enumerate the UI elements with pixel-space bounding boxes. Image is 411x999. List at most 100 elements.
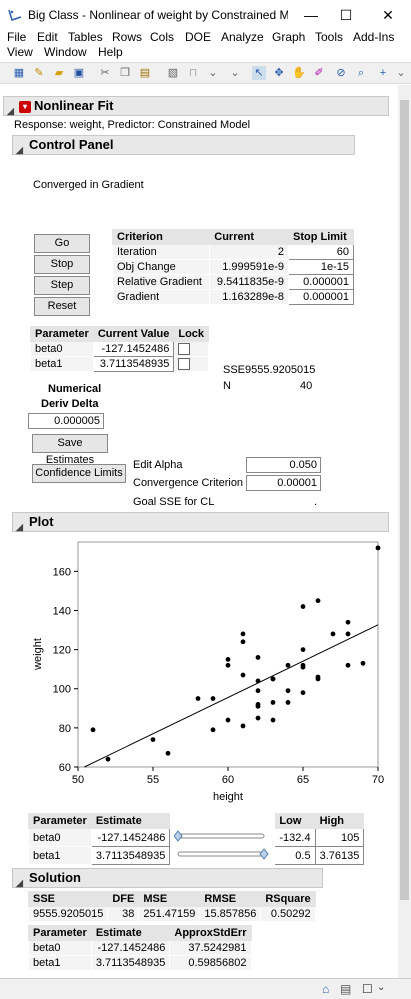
data-point[interactable] — [300, 664, 306, 670]
data-point[interactable] — [345, 631, 351, 637]
control-panel-header[interactable]: ◢ Control Panel — [12, 135, 355, 155]
toolbar-overflow-icon[interactable]: ⌄ — [228, 66, 242, 80]
crosshair-tool-icon[interactable]: ✥ — [272, 66, 286, 80]
data-point[interactable] — [255, 688, 261, 694]
confidence-limits-button[interactable]: Confidence Limits — [32, 464, 126, 483]
menu-doe[interactable]: DOE — [185, 30, 211, 44]
nonlinear-fit-header[interactable]: ◢ ▾ Nonlinear Fit — [3, 96, 389, 116]
menu-view[interactable]: View — [7, 45, 33, 59]
new-table-icon[interactable]: ▦ — [12, 66, 26, 80]
menu-rows[interactable]: Rows — [112, 30, 142, 44]
crosshair-plus-icon[interactable]: + — [376, 66, 390, 80]
high-input[interactable]: 105 — [314, 828, 365, 847]
close-button[interactable]: ✕ — [373, 4, 403, 26]
menu-analyze[interactable]: Analyze — [221, 30, 264, 44]
toolbar-overflow-icon[interactable]: ⌄ — [206, 66, 220, 80]
data-point[interactable] — [240, 672, 246, 678]
data-point[interactable] — [285, 662, 291, 668]
scrollbar-thumb[interactable] — [400, 100, 409, 900]
slider-thumb[interactable] — [259, 848, 270, 860]
slider-thumb[interactable] — [173, 830, 184, 842]
estimate-input[interactable]: -127.1452486 — [90, 828, 171, 847]
data-point[interactable] — [255, 703, 261, 709]
journal-icon[interactable]: ▧ — [166, 66, 180, 80]
stop-button[interactable]: Stop — [34, 255, 90, 274]
disclosure-triangle-icon[interactable]: ◢ — [16, 874, 23, 892]
data-point[interactable] — [285, 688, 291, 694]
copy-icon[interactable]: ❐ — [118, 66, 132, 80]
data-point[interactable] — [345, 619, 351, 625]
step-button[interactable]: Step — [34, 276, 90, 295]
low-input[interactable]: -132.4 — [274, 828, 316, 847]
paste-icon[interactable]: ▤ — [138, 66, 152, 80]
stop-limit-input[interactable]: 1e-15 — [288, 259, 354, 275]
stop-limit-input[interactable]: 60 — [288, 244, 354, 260]
data-point[interactable] — [330, 631, 336, 637]
deriv-delta-input[interactable]: 0.000005 — [28, 413, 104, 429]
slider[interactable] — [169, 846, 276, 865]
scatter-plot[interactable]: 50 55 60 65 70 60 80 100 120 140 160 height weight — [28, 537, 388, 807]
data-point[interactable] — [240, 639, 246, 645]
data-point[interactable] — [255, 715, 261, 721]
reset-button[interactable]: Reset — [34, 297, 90, 316]
maximize-button[interactable]: ☐ — [331, 4, 361, 26]
menu-graph[interactable]: Graph — [272, 30, 305, 44]
data-point[interactable] — [270, 700, 276, 705]
current-value-input[interactable]: 3.7113548935 — [92, 356, 175, 373]
data-point[interactable] — [345, 662, 351, 668]
arrow-tool-icon[interactable]: ↖ — [252, 66, 266, 80]
disclosure-triangle-icon[interactable]: ◢ — [16, 141, 23, 159]
chevron-down-icon[interactable]: ⌄ — [377, 982, 385, 993]
new-script-icon[interactable]: ✎ — [32, 66, 46, 80]
slider[interactable] — [169, 828, 276, 847]
menu-tools[interactable]: Tools — [315, 30, 343, 44]
minimize-button[interactable]: — — [296, 4, 326, 26]
menu-tables[interactable]: Tables — [68, 30, 103, 44]
data-point[interactable] — [150, 737, 156, 743]
lock-checkbox[interactable] — [178, 343, 191, 356]
data-point[interactable] — [240, 723, 246, 729]
lasso-tool-icon[interactable]: ⊘ — [334, 66, 348, 80]
data-point[interactable] — [225, 717, 231, 723]
red-triangle-menu-icon[interactable]: ▾ — [19, 101, 31, 113]
data-point[interactable] — [195, 696, 201, 701]
plot-header[interactable]: ◢ Plot — [12, 512, 389, 532]
go-button[interactable]: Go — [34, 234, 90, 253]
estimate-input[interactable]: 3.7113548935 — [90, 846, 171, 865]
lock-checkbox[interactable] — [178, 358, 191, 371]
stop-limit-input[interactable]: 0.000001 — [288, 274, 354, 290]
save-icon[interactable]: ▣ — [72, 66, 86, 80]
data-point[interactable] — [300, 690, 306, 696]
data-point[interactable] — [90, 727, 96, 733]
data-point[interactable] — [270, 676, 276, 682]
data-point[interactable] — [285, 700, 291, 705]
data-point[interactable] — [255, 655, 261, 660]
lock-icon[interactable]: ⊓ — [186, 66, 200, 80]
data-point[interactable] — [315, 598, 321, 604]
menu-edit[interactable]: Edit — [37, 30, 58, 44]
toolbar-overflow-icon[interactable]: ⌄ — [394, 66, 408, 80]
data-point[interactable] — [300, 604, 306, 609]
data-point[interactable] — [300, 647, 306, 653]
data-point[interactable] — [225, 656, 231, 662]
stop-limit-input[interactable]: 0.000001 — [288, 289, 354, 305]
menu-file[interactable]: File — [7, 30, 26, 44]
menu-help[interactable]: Help — [98, 45, 123, 59]
low-input[interactable]: 0.5 — [274, 846, 316, 865]
magnifier-icon[interactable]: ⌕ — [354, 66, 368, 80]
window-list-icon[interactable]: ☐ — [362, 982, 373, 996]
high-input[interactable]: 3.76135 — [314, 846, 365, 865]
data-point[interactable] — [375, 545, 381, 551]
menu-add-ins[interactable]: Add-Ins — [353, 30, 394, 44]
data-point[interactable] — [360, 660, 366, 666]
data-point[interactable] — [225, 662, 231, 668]
save-estimates-button[interactable]: Save Estimates — [32, 434, 108, 466]
data-point[interactable] — [210, 696, 216, 701]
data-point[interactable] — [165, 750, 171, 756]
home-icon[interactable]: ⌂ — [322, 982, 329, 996]
brush-tool-icon[interactable]: ✐ — [312, 66, 326, 80]
current-value-input[interactable]: -127.1452486 — [92, 340, 175, 358]
menu-window[interactable]: Window — [44, 45, 87, 59]
disclosure-triangle-icon[interactable]: ◢ — [16, 518, 23, 536]
cut-icon[interactable]: ✂ — [98, 66, 112, 80]
